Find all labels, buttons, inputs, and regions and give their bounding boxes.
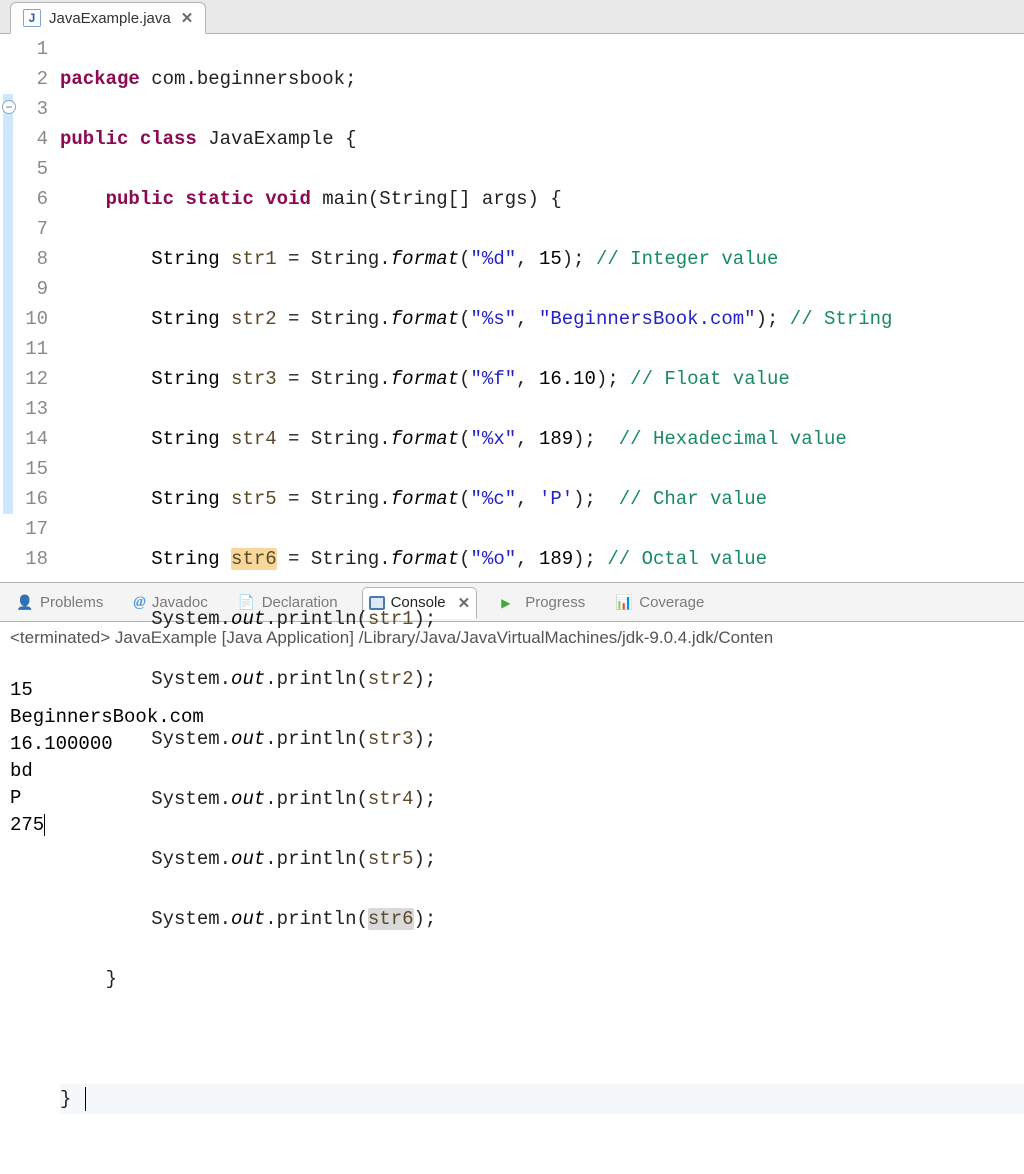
line-number: 7 bbox=[20, 214, 48, 244]
code-line: System.out.println(str6); bbox=[60, 904, 1024, 934]
line-number: 3 bbox=[20, 94, 48, 124]
code-line: System.out.println(str5); bbox=[60, 844, 1024, 874]
code-line: System.out.println(str3); bbox=[60, 724, 1024, 754]
code-line: System.out.println(str1); bbox=[60, 604, 1024, 634]
line-number: 9 bbox=[20, 274, 48, 304]
console-line: 15 bbox=[10, 679, 33, 701]
console-line: P bbox=[10, 787, 21, 809]
editor-tabs: J JavaExample.java ✕ bbox=[0, 0, 1024, 34]
coverage-icon bbox=[615, 594, 633, 610]
code-line: public static void main(String[] args) { bbox=[60, 184, 1024, 214]
line-number: 15 bbox=[20, 454, 48, 484]
text-caret bbox=[85, 1087, 86, 1111]
line-number: 6 bbox=[20, 184, 48, 214]
line-number: 16 bbox=[20, 484, 48, 514]
code-line: } bbox=[60, 964, 1024, 994]
code-line: System.out.println(str2); bbox=[60, 664, 1024, 694]
code-line: String str3 = String.format("%f", 16.10)… bbox=[60, 364, 1024, 394]
line-number: 4 bbox=[20, 124, 48, 154]
progress-icon bbox=[501, 594, 519, 610]
code-line: System.out.println(str4); bbox=[60, 784, 1024, 814]
fold-toggle-icon[interactable]: − bbox=[2, 100, 16, 114]
code-editor[interactable]: − 1 2 3 4 5 6 7 8 9 10 11 12 13 14 15 16… bbox=[0, 34, 1024, 582]
problems-icon bbox=[16, 594, 34, 610]
code-line: package com.beginnersbook; bbox=[60, 64, 1024, 94]
line-number-gutter: 1 2 3 4 5 6 7 8 9 10 11 12 13 14 15 16 1… bbox=[20, 34, 56, 582]
line-number: 8 bbox=[20, 244, 48, 274]
line-number: 11 bbox=[20, 334, 48, 364]
code-line bbox=[60, 1024, 1024, 1054]
line-number: 14 bbox=[20, 424, 48, 454]
line-number: 2 bbox=[20, 64, 48, 94]
editor-marker-strip: − bbox=[0, 34, 20, 582]
code-line: String str2 = String.format("%s", "Begin… bbox=[60, 304, 1024, 334]
code-line: String str4 = String.format("%x", 189); … bbox=[60, 424, 1024, 454]
line-number: 17 bbox=[20, 514, 48, 544]
line-number: 10 bbox=[20, 304, 48, 334]
line-number: 13 bbox=[20, 394, 48, 424]
editor-tab-javaexample[interactable]: J JavaExample.java ✕ bbox=[10, 2, 206, 34]
code-line: String str5 = String.format("%c", 'P'); … bbox=[60, 484, 1024, 514]
close-icon[interactable]: ✕ bbox=[181, 9, 194, 27]
editor-tab-filename: JavaExample.java bbox=[49, 10, 171, 27]
code-line: String str6 = String.format("%o", 189); … bbox=[60, 544, 1024, 574]
code-line: } bbox=[60, 1084, 1024, 1114]
code-line: String str1 = String.format("%d", 15); /… bbox=[60, 244, 1024, 274]
console-line: 275 bbox=[10, 814, 44, 836]
java-file-icon: J bbox=[23, 9, 41, 27]
code-line: public class JavaExample { bbox=[60, 124, 1024, 154]
declaration-icon bbox=[238, 594, 256, 610]
line-number: 18 bbox=[20, 544, 48, 574]
line-number: 1 bbox=[20, 34, 48, 64]
line-number: 5 bbox=[20, 154, 48, 184]
line-number: 12 bbox=[20, 364, 48, 394]
console-line: bd bbox=[10, 760, 33, 782]
console-caret bbox=[44, 814, 45, 836]
code-area[interactable]: package com.beginnersbook; public class … bbox=[56, 34, 1024, 582]
